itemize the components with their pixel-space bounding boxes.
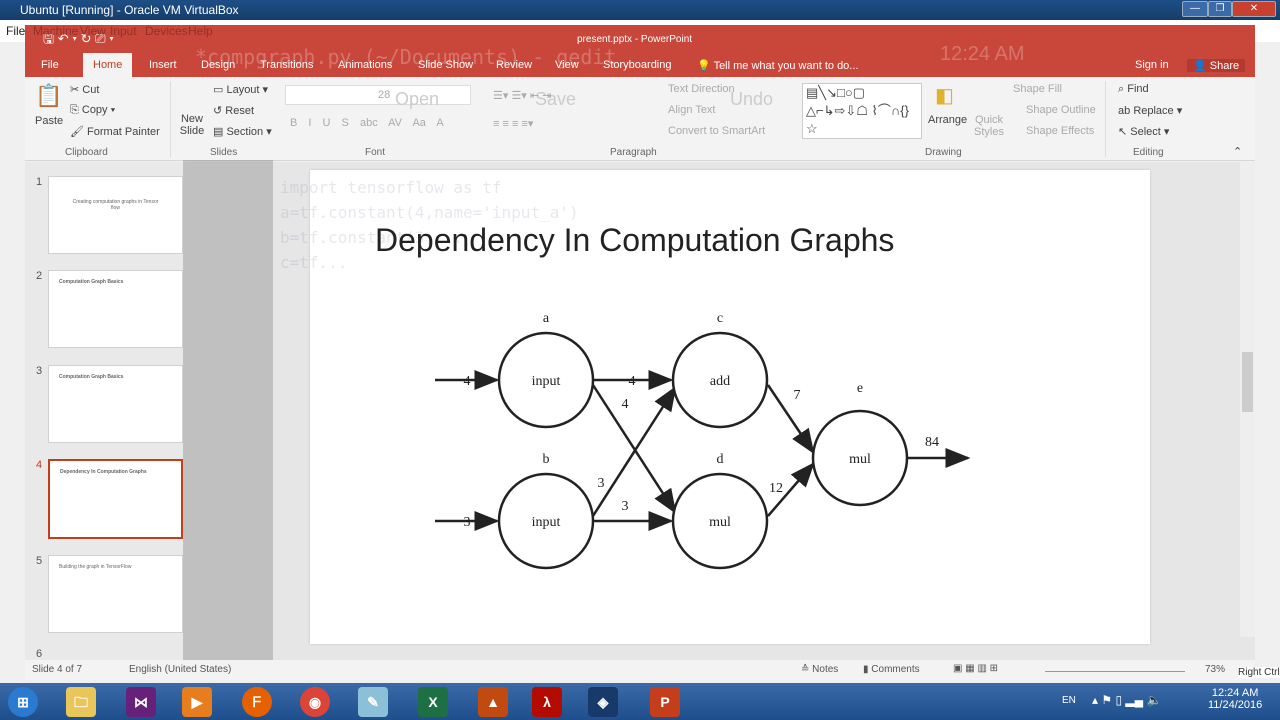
notes-button[interactable]: ≙ Notes (801, 664, 838, 675)
computation-graph: a input b input c add d mul e mul 4 3 4 … (435, 311, 971, 570)
edge-c-e (766, 384, 815, 455)
start-button[interactable]: ⊞ (8, 687, 38, 717)
excel-icon[interactable]: X (418, 687, 448, 717)
menu-machine[interactable]: Machine (33, 24, 78, 38)
clock[interactable]: 12:24 AM 11/24/2016 (1208, 687, 1262, 711)
node-a-name: a (543, 311, 550, 326)
view-buttons[interactable]: ▣ ▦ ▥ ⊞ (953, 663, 998, 674)
edge-label: 84 (925, 435, 939, 450)
zoom-level[interactable]: 73% (1205, 664, 1225, 675)
explorer-icon[interactable]: 🗀 (66, 687, 96, 717)
edge-a-d (591, 384, 677, 515)
node-b-op: input (532, 515, 561, 530)
tray-icons[interactable]: ▴ ⚑ ▯ ▂▄ 🔈 (1092, 693, 1161, 707)
clock-date: 11/24/2016 (1208, 699, 1263, 711)
edge-label: 4 (622, 397, 629, 412)
media-player-icon[interactable]: ▶ (182, 687, 212, 717)
zoom-slider[interactable] (1045, 671, 1185, 672)
node-b-name: b (543, 452, 550, 467)
node-c-op: add (710, 374, 730, 389)
edge-label: 3 (464, 515, 471, 530)
node-d-op: mul (709, 515, 731, 530)
powerpoint-icon[interactable]: P (650, 687, 680, 717)
edge-label: 3 (598, 476, 605, 491)
edge-label: 4 (629, 374, 636, 389)
comments-label: Comments (871, 664, 920, 675)
language-status[interactable]: English (United States) (129, 664, 231, 675)
menu-view[interactable]: View (80, 24, 106, 38)
vertical-scrollbar[interactable] (1240, 162, 1255, 637)
virtualbox-icon[interactable]: ◈ (588, 687, 618, 717)
edge-b-c (591, 385, 677, 517)
comments-button[interactable]: ▮ Comments (863, 664, 920, 675)
node-d-name: d (717, 452, 724, 467)
slide-count: Slide 4 of 7 (32, 664, 83, 675)
node-e-op: mul (849, 452, 871, 467)
host-key-indicator: Right Ctrl (1238, 667, 1280, 678)
firefox-icon[interactable]: ᖴ (242, 687, 272, 717)
notes-label: Notes (812, 664, 839, 675)
matlab-icon[interactable]: ▲ (478, 687, 508, 717)
language-indicator[interactable]: EN (1062, 695, 1076, 706)
menu-devices[interactable]: Devices (145, 24, 188, 38)
node-c-name: c (717, 311, 723, 326)
clock-time: 12:24 AM (1211, 687, 1259, 699)
acrobat-icon[interactable]: λ (532, 687, 562, 717)
taskbar: ⊞ 🗀 ⋈ ▶ ᖴ ◉ ✎ X ▲ λ ◈ P EN ▴ ⚑ ▯ ▂▄ 🔈 12… (0, 683, 1280, 720)
edge-label: 4 (464, 374, 471, 389)
menu-input[interactable]: Input (110, 24, 137, 38)
edge-label: 12 (769, 481, 783, 496)
chrome-icon[interactable]: ◉ (300, 687, 330, 717)
node-a-op: input (532, 374, 561, 389)
menu-help[interactable]: Help (188, 24, 213, 38)
edge-label: 7 (794, 388, 801, 403)
notepad-icon[interactable]: ✎ (358, 687, 388, 717)
node-e-name: e (857, 381, 863, 396)
edge-label: 3 (622, 499, 629, 514)
visual-studio-icon[interactable]: ⋈ (126, 687, 156, 717)
status-bar: Slide 4 of 7 English (United States) ≙ N… (25, 660, 1255, 680)
